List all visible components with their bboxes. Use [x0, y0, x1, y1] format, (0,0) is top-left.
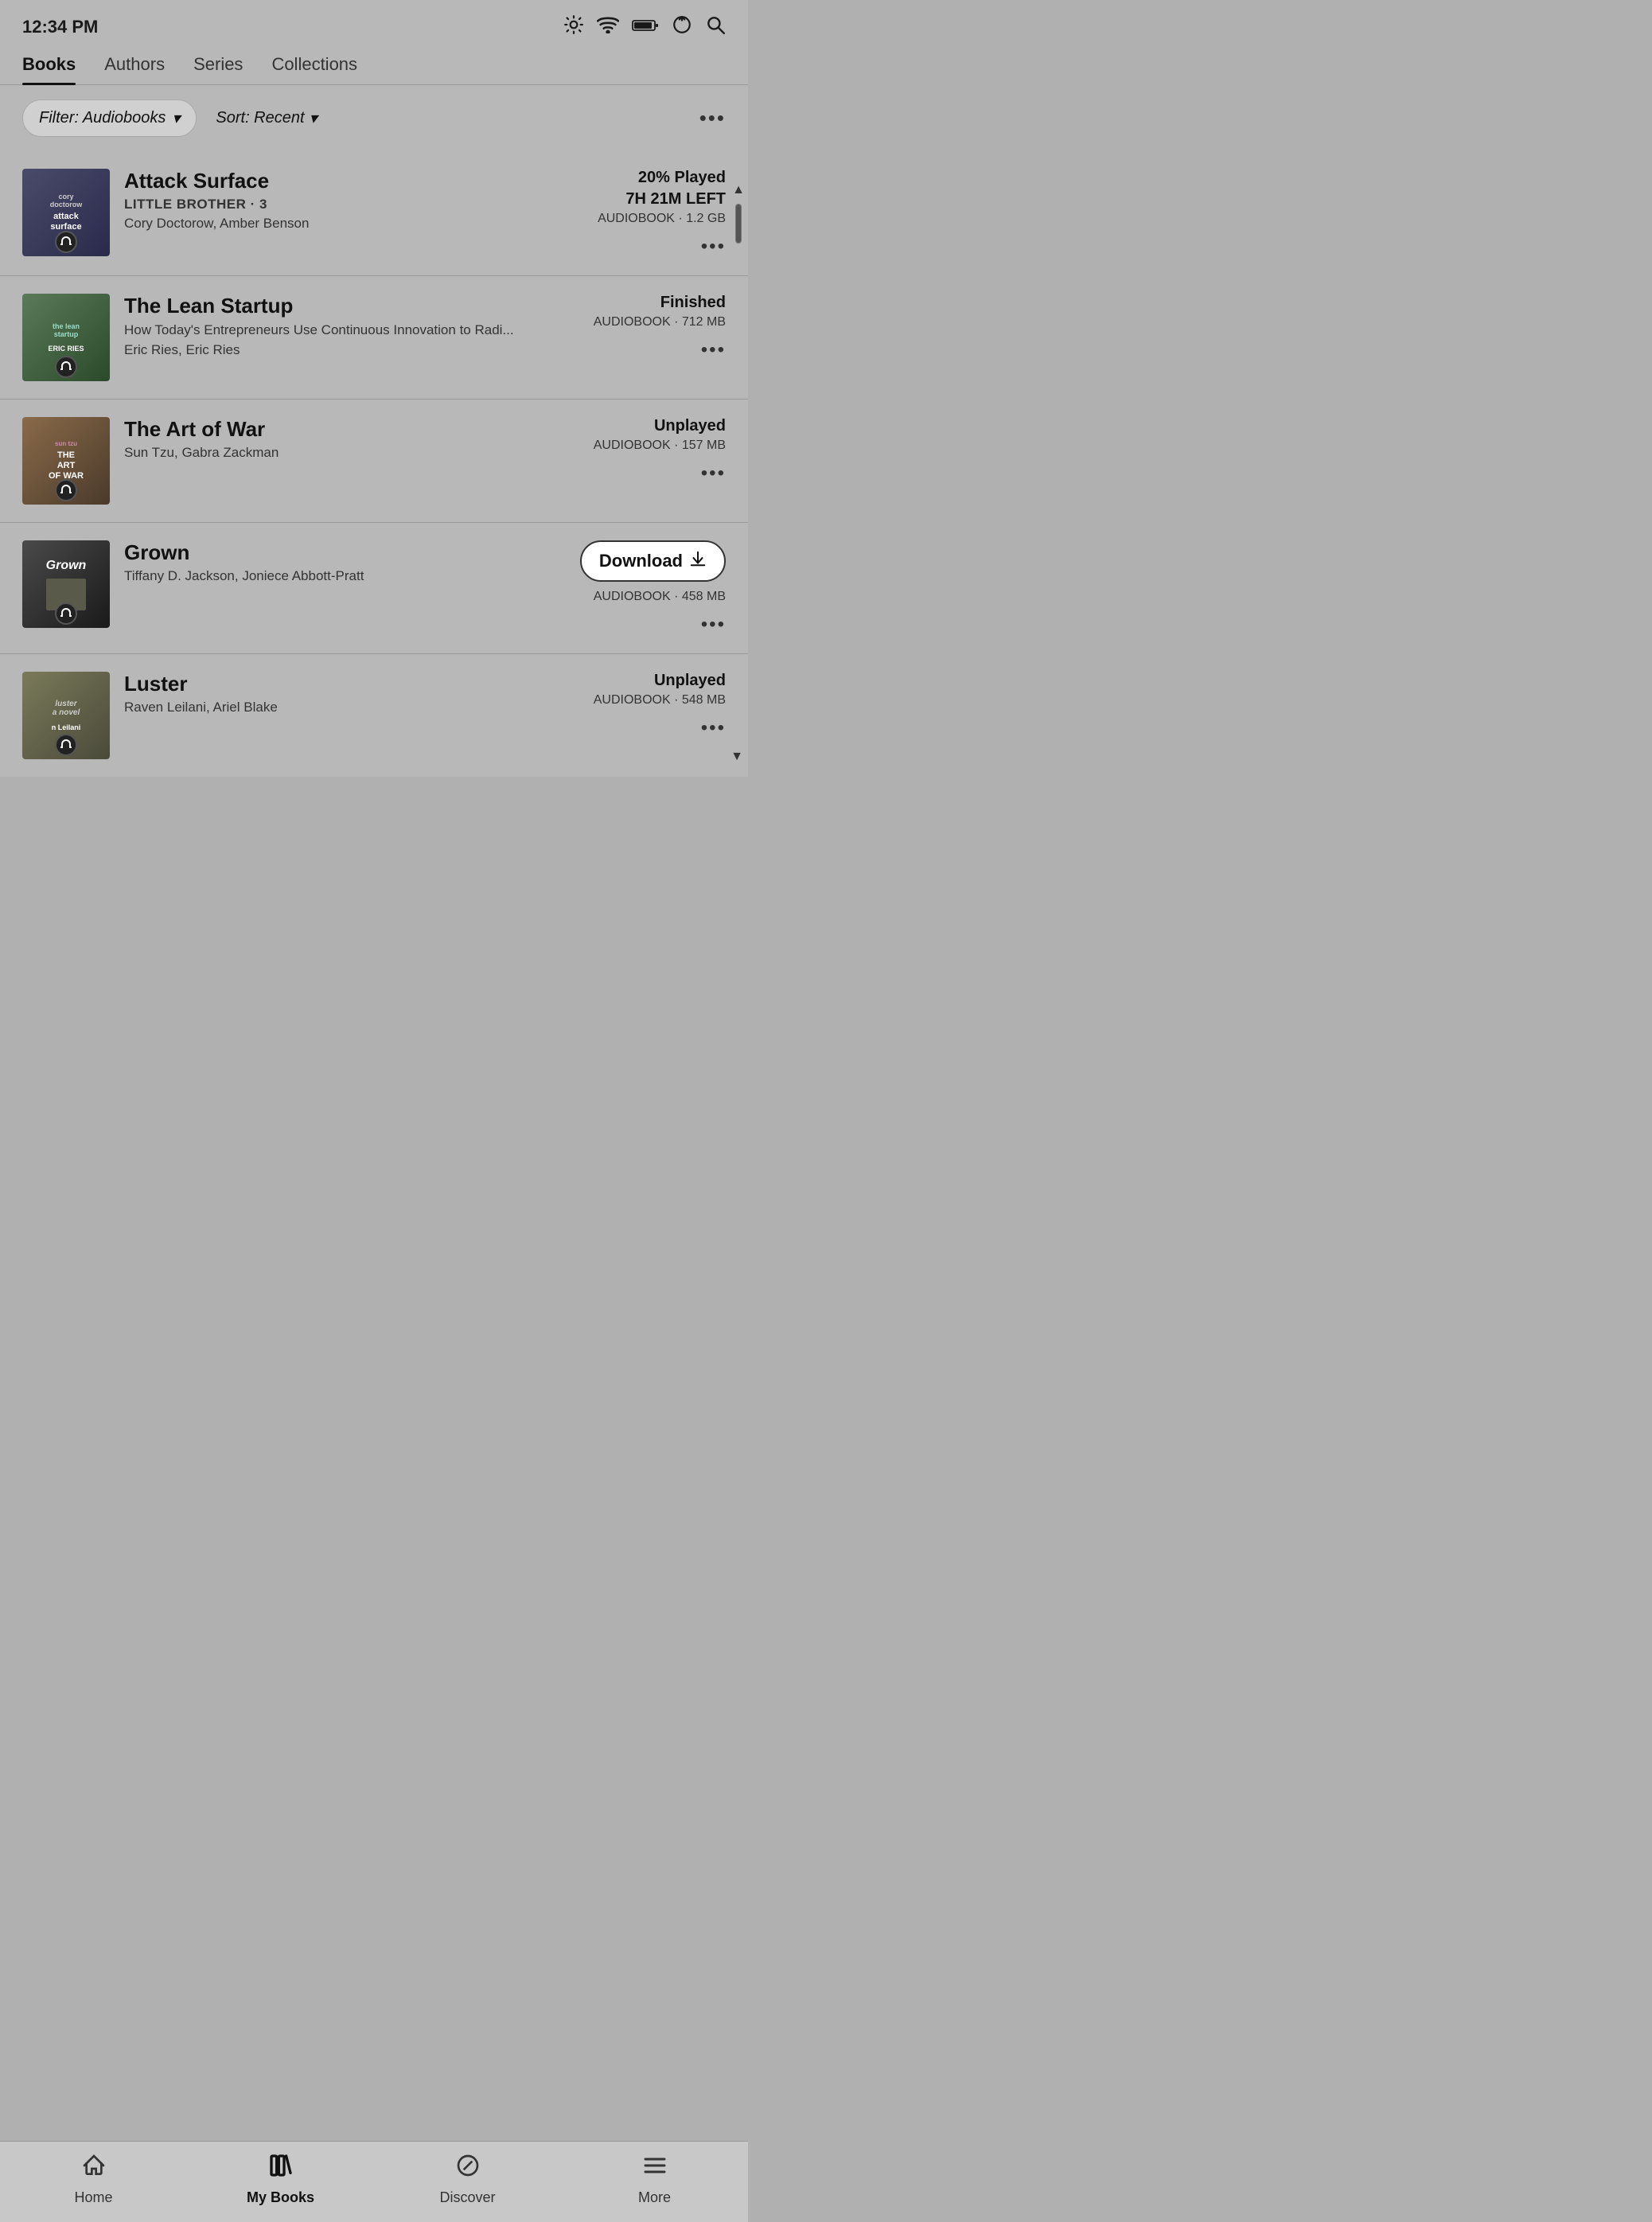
tab-navigation: Books Authors Series Collections [0, 48, 748, 85]
book-format: AUDIOBOOK · 157 MB [594, 439, 726, 453]
nav-label-more: More [638, 2189, 671, 2206]
book-info-luster: Luster Raven Leilani, Ariel Blake [124, 672, 536, 715]
book-more-button[interactable]: ••• [701, 614, 726, 636]
list-item: corydoctorow attacksurface Attack Surfac… [0, 151, 748, 276]
tab-series[interactable]: Series [193, 54, 243, 84]
nav-item-mybooks[interactable]: My Books [241, 2153, 321, 2206]
wifi-icon [597, 16, 619, 38]
filter-chevron-icon: ▾ [172, 108, 180, 128]
download-label: Download [599, 551, 683, 571]
brightness-icon [563, 14, 584, 40]
download-button[interactable]: Download [580, 540, 726, 582]
nav-item-discover[interactable]: Discover [428, 2153, 508, 2206]
book-info-art-of-war: The Art of War Sun Tzu, Gabra Zackman [124, 417, 536, 461]
nav-item-more[interactable]: More [615, 2153, 695, 2206]
book-title[interactable]: The Lean Startup [124, 294, 536, 318]
book-info-attack-surface: Attack Surface LITTLE BROTHER · 3 Cory D… [124, 169, 536, 232]
battery-icon [632, 17, 659, 37]
book-cover-attack-surface[interactable]: corydoctorow attacksurface [22, 169, 110, 256]
book-more-button[interactable]: ••• [701, 339, 726, 361]
book-cover-grown[interactable]: Grown [22, 540, 110, 628]
scrollbar: ▲ [734, 151, 743, 275]
book-meta-grown: Download AUDIOBOOK · 458 MB ••• [551, 540, 726, 636]
book-more-button[interactable]: ••• [701, 717, 726, 739]
list-item: SUN TZU THEARTOF WAR The Art of War Sun … [0, 400, 748, 523]
home-icon [81, 2153, 107, 2185]
mybooks-icon [268, 2153, 294, 2185]
refresh-icon [672, 14, 692, 40]
book-info-lean-startup: The Lean Startup How Today's Entrepreneu… [124, 294, 536, 358]
book-more-button[interactable]: ••• [701, 462, 726, 485]
filter-label: Filter: Audiobooks [39, 109, 166, 127]
audiobook-indicator [55, 602, 77, 625]
list-item: Lustera novel n Leilani Luster Raven Lei… [0, 654, 748, 777]
book-time-left: 7H 21M LEFT [625, 190, 726, 209]
book-title[interactable]: Grown [124, 540, 536, 565]
scroll-down-icon[interactable]: ▼ [731, 750, 743, 764]
book-series: LITTLE BROTHER · 3 [124, 197, 536, 212]
book-title[interactable]: Attack Surface [124, 169, 536, 193]
tab-authors[interactable]: Authors [104, 54, 165, 84]
book-status: Unplayed [654, 417, 726, 435]
discover-icon [455, 2153, 481, 2185]
nav-item-home[interactable]: Home [54, 2153, 134, 2206]
audiobook-indicator [55, 356, 77, 378]
book-authors: Eric Ries, Eric Ries [124, 342, 536, 358]
book-meta-art-of-war: Unplayed AUDIOBOOK · 157 MB ••• [551, 417, 726, 485]
audiobook-indicator [55, 734, 77, 756]
more-icon [642, 2153, 668, 2185]
audiobook-indicator [55, 231, 77, 253]
book-status: 20% Played [638, 169, 726, 187]
audiobook-indicator [55, 479, 77, 501]
book-cover-art-of-war[interactable]: SUN TZU THEARTOF WAR [22, 417, 110, 505]
book-authors: Raven Leilani, Ariel Blake [124, 700, 536, 715]
sort-button[interactable]: Sort: Recent ▾ [216, 108, 317, 128]
book-subtitle: How Today's Entrepreneurs Use Continuous… [124, 322, 536, 339]
book-list: corydoctorow attacksurface Attack Surfac… [0, 151, 748, 777]
book-more-button[interactable]: ••• [701, 236, 726, 258]
book-title[interactable]: The Art of War [124, 417, 536, 442]
status-icons [563, 14, 726, 40]
book-cover-lean-startup[interactable]: THE LEANSTARTUP ERIC RIES [22, 294, 110, 381]
book-status: Unplayed [654, 672, 726, 690]
status-time: 12:34 PM [22, 17, 98, 37]
nav-label-discover: Discover [439, 2189, 495, 2206]
book-cover-luster[interactable]: Lustera novel n Leilani [22, 672, 110, 759]
search-icon[interactable] [705, 14, 726, 40]
tab-books[interactable]: Books [22, 54, 76, 84]
scroll-thumb [735, 204, 742, 244]
list-item: Grown Grown Tiffany D. Jackson, Joniece … [0, 523, 748, 654]
sort-chevron-icon: ▾ [310, 108, 318, 128]
book-format: AUDIOBOOK · 712 MB [594, 315, 726, 329]
sort-label: Sort: Recent [216, 109, 304, 127]
book-format: AUDIOBOOK · 548 MB [594, 693, 726, 708]
download-arrow-icon [689, 550, 707, 572]
book-info-grown: Grown Tiffany D. Jackson, Joniece Abbott… [124, 540, 536, 584]
book-meta-luster: Unplayed AUDIOBOOK · 548 MB ••• [551, 672, 726, 739]
book-meta-attack-surface: 20% Played 7H 21M LEFT AUDIOBOOK · 1.2 G… [551, 169, 726, 258]
header-more-button[interactable]: ••• [699, 106, 726, 131]
book-title[interactable]: Luster [124, 672, 536, 696]
book-format: AUDIOBOOK · 1.2 GB [598, 212, 726, 226]
book-format: AUDIOBOOK · 458 MB [594, 590, 726, 604]
tab-collections[interactable]: Collections [271, 54, 357, 84]
scroll-up-icon[interactable]: ▲ [732, 183, 745, 197]
book-authors: Cory Doctorow, Amber Benson [124, 216, 536, 232]
book-status: Finished [660, 294, 726, 312]
filter-audiobooks-button[interactable]: Filter: Audiobooks ▾ [22, 99, 197, 137]
nav-label-home: Home [74, 2189, 112, 2206]
book-authors: Sun Tzu, Gabra Zackman [124, 445, 536, 461]
nav-label-mybooks: My Books [247, 2189, 314, 2206]
book-meta-lean-startup: Finished AUDIOBOOK · 712 MB ••• [551, 294, 726, 361]
list-item: THE LEANSTARTUP ERIC RIES The Lean Start… [0, 276, 748, 400]
bottom-navigation: Home My Books Discover Mor [0, 2141, 748, 2222]
book-authors: Tiffany D. Jackson, Joniece Abbott-Pratt [124, 568, 536, 584]
status-bar: 12:34 PM [0, 0, 748, 48]
filter-bar: Filter: Audiobooks ▾ Sort: Recent ▾ ••• [0, 85, 748, 151]
